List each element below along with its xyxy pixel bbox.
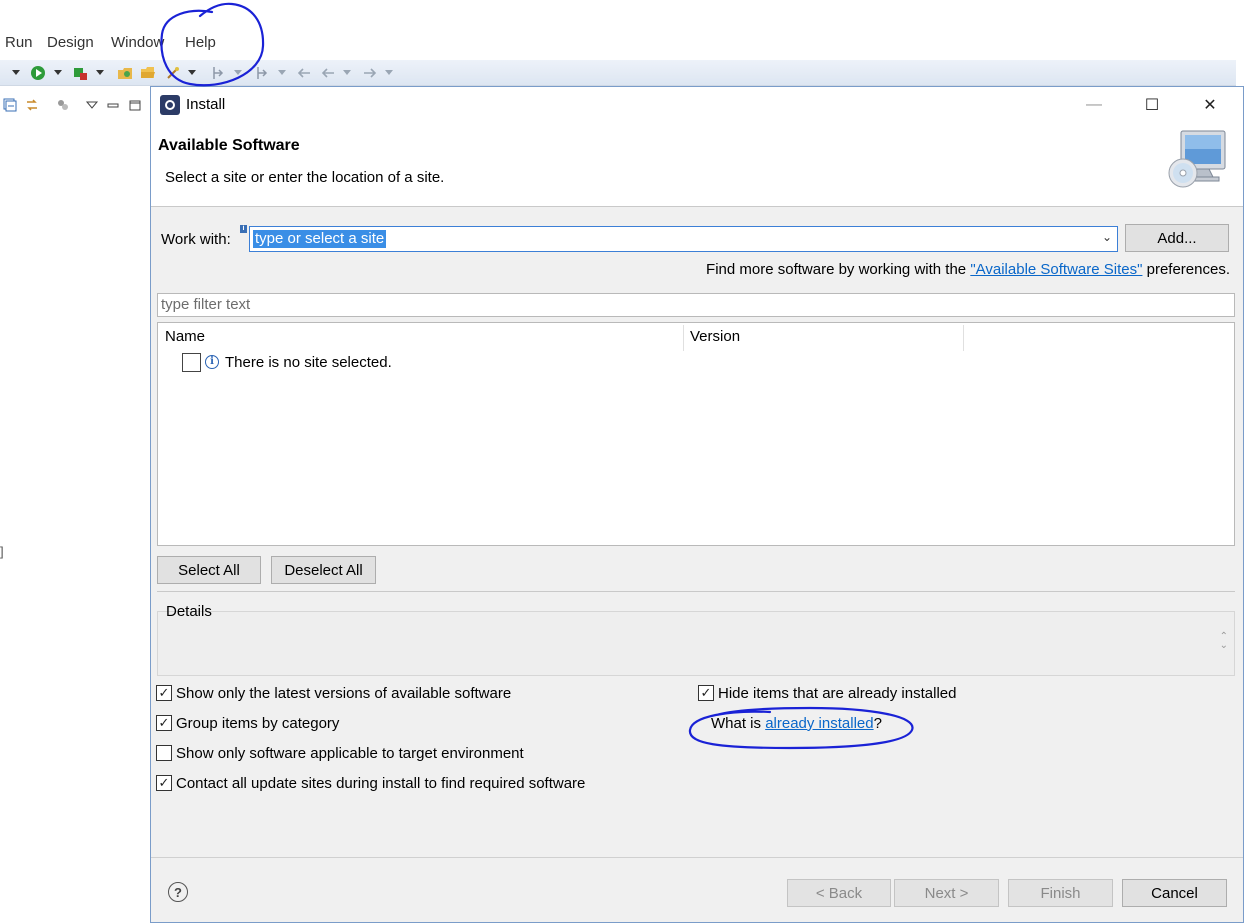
dropdown-arrow-icon[interactable] — [96, 70, 104, 75]
option-label[interactable]: Group items by category — [176, 715, 339, 732]
next-button[interactable]: Next > — [894, 879, 999, 907]
filter-input[interactable]: type filter text — [157, 293, 1235, 317]
option-label[interactable]: Show only the latest versions of availab… — [176, 685, 511, 702]
work-with-combo[interactable]: type or select a site ⌄ — [249, 226, 1118, 252]
dropdown-arrow-icon[interactable] — [188, 70, 196, 75]
page-description: Select a site or enter the location of a… — [165, 169, 445, 186]
dropdown-arrow-icon[interactable] — [12, 70, 20, 75]
external-tools-icon[interactable] — [72, 65, 88, 81]
maximize-button[interactable]: ☐ — [1123, 87, 1181, 123]
wizard-header: Available Software Select a site or ente… — [151, 123, 1243, 207]
work-with-value[interactable]: type or select a site — [253, 230, 387, 248]
option-latest-versions[interactable]: ✓ Show only the latest versions of avail… — [156, 683, 511, 703]
option-contact-sites[interactable]: ✓ Contact all update sites during instal… — [156, 773, 585, 793]
available-sites-link[interactable]: "Available Software Sites" — [970, 261, 1142, 278]
open-project-icon[interactable] — [117, 65, 133, 81]
forward-arrow-icon[interactable] — [362, 65, 378, 81]
checkbox-checked[interactable]: ✓ — [156, 775, 172, 791]
dropdown-arrow-icon[interactable] — [54, 70, 62, 75]
focus-icon[interactable] — [56, 98, 70, 112]
dialog-titlebar[interactable]: Install — ☐ ✕ — [151, 87, 1243, 123]
checkbox-checked[interactable]: ✓ — [156, 715, 172, 731]
scroll-arrows-icon[interactable]: ⌃ ⌄ — [1220, 632, 1228, 651]
checkbox-checked[interactable]: ✓ — [698, 685, 714, 701]
run-icon[interactable] — [30, 65, 46, 81]
select-all-button[interactable]: Select All — [157, 556, 261, 584]
info-icon: i — [205, 355, 219, 369]
cancel-button[interactable]: Cancel — [1122, 879, 1227, 907]
dropdown-arrow-icon[interactable] — [234, 70, 242, 75]
software-tree[interactable]: Name Version i There is no site selected… — [157, 322, 1235, 546]
dropdown-arrow-icon[interactable] — [385, 70, 393, 75]
column-divider[interactable] — [963, 325, 964, 351]
already-installed-suffix: ? — [873, 714, 882, 732]
no-site-message: There is no site selected. — [225, 353, 392, 371]
back-arrow-icon[interactable] — [320, 65, 336, 81]
menu-run[interactable]: Run — [5, 34, 33, 51]
page-title: Available Software — [158, 137, 300, 154]
find-more-suffix: preferences. — [1142, 261, 1230, 278]
install-dialog: Install — ☐ ✕ Available Software Select … — [150, 86, 1244, 923]
already-installed-prefix: What is — [711, 714, 762, 732]
prev-annotation-icon[interactable] — [254, 65, 270, 81]
view-menu-icon[interactable] — [85, 98, 99, 112]
minimize-view-icon[interactable] — [106, 98, 120, 112]
collapse-all-icon[interactable] — [3, 98, 17, 112]
monitor-cd-icon — [1168, 130, 1226, 188]
item-checkbox[interactable] — [182, 352, 201, 372]
option-applicable-target[interactable]: Show only software applicable to target … — [156, 743, 524, 763]
content-assist-icon: i — [240, 225, 247, 233]
column-header-name[interactable]: Name — [165, 323, 205, 351]
column-header-version[interactable]: Version — [690, 323, 740, 351]
column-divider[interactable] — [683, 325, 684, 351]
details-area: ⌃ ⌄ — [157, 611, 1235, 676]
wand-icon[interactable] — [165, 65, 181, 81]
option-label[interactable]: Contact all update sites during install … — [176, 775, 585, 792]
back-button[interactable]: < Back — [787, 879, 891, 907]
maximize-view-icon[interactable] — [128, 98, 142, 112]
eclipse-toolbar — [0, 60, 1244, 86]
last-edit-icon[interactable] — [296, 65, 312, 81]
find-more-text: Find more software by working with the "… — [706, 261, 1230, 278]
option-label[interactable]: Show only software applicable to target … — [176, 745, 524, 762]
menu-help[interactable]: Help — [185, 34, 216, 51]
option-hide-installed[interactable]: ✓ Hide items that are already installed — [698, 683, 956, 703]
details-label: Details — [166, 603, 212, 620]
deselect-all-button[interactable]: Deselect All — [271, 556, 376, 584]
section-divider — [157, 591, 1235, 592]
menu-window[interactable]: Window — [111, 34, 164, 51]
eclipse-menubar: Run Design Window Help — [0, 28, 1244, 56]
bracket-glyph: ] — [0, 544, 4, 559]
footer-divider — [151, 857, 1243, 858]
dropdown-arrow-icon[interactable] — [343, 70, 351, 75]
option-group-by-category[interactable]: ✓ Group items by category — [156, 713, 339, 733]
package-explorer-panel: ] — [0, 86, 150, 923]
link-editor-icon[interactable] — [25, 98, 39, 112]
chevron-down-icon[interactable]: ⌄ — [1102, 230, 1112, 244]
dialog-title: Install — [186, 96, 226, 113]
minimize-button[interactable]: — — [1065, 87, 1123, 123]
checkbox-checked[interactable]: ✓ — [156, 685, 172, 701]
help-icon[interactable]: ? — [168, 882, 188, 902]
checkbox-unchecked[interactable] — [156, 745, 172, 761]
eclipse-icon — [160, 95, 180, 115]
close-button[interactable]: ✕ — [1181, 87, 1239, 123]
option-label[interactable]: Hide items that are already installed — [718, 685, 956, 702]
finish-button[interactable]: Finish — [1008, 879, 1113, 907]
work-with-label: Work with: — [161, 231, 231, 248]
next-annotation-icon[interactable] — [210, 65, 226, 81]
add-site-button[interactable]: Add... — [1125, 224, 1229, 252]
tree-row[interactable]: i There is no site selected. — [182, 351, 392, 373]
dropdown-arrow-icon[interactable] — [278, 70, 286, 75]
already-installed-link[interactable]: already installed — [765, 715, 873, 732]
already-installed-text: What is already installed? — [711, 713, 882, 733]
menu-design[interactable]: Design — [47, 34, 94, 51]
open-folder-icon[interactable] — [140, 65, 156, 81]
find-more-prefix: Find more software by working with the — [706, 261, 971, 278]
